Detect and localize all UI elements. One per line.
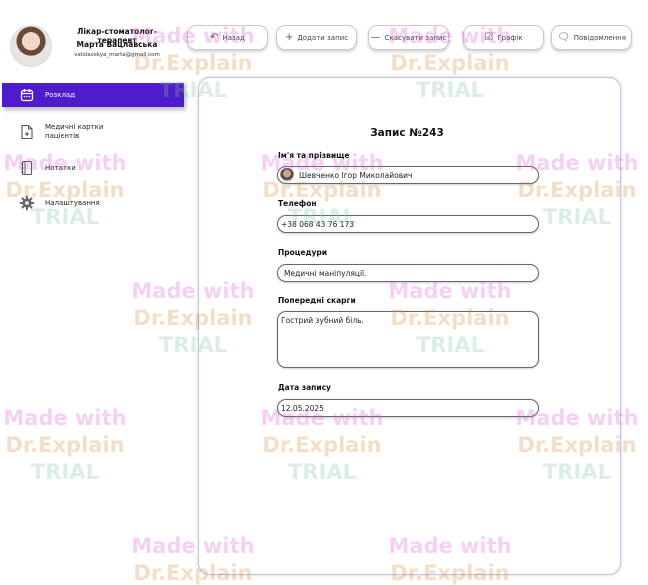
watermark: Made withDr.ExplainTRIAL	[3, 406, 127, 484]
back-button-label: Назад	[222, 33, 245, 42]
profile-block: Лікар-стоматолог-терапевт Марта Вацлавсь…	[8, 25, 178, 69]
cancel-record-button-label: Скасувати запис	[384, 33, 447, 42]
procedures-label: Процедури	[278, 248, 328, 257]
date-value: 12.05.2025	[281, 403, 324, 413]
complaints-label: Попередні скарги	[278, 296, 356, 305]
add-record-button-label: Додати запис	[297, 33, 349, 42]
patient-avatar	[280, 168, 294, 182]
sidebar-item-label: Медичні картки пацієнтів	[45, 123, 104, 140]
minus-icon: —	[370, 31, 381, 43]
profile-email: vatslavskya_marta@gmail.com	[74, 52, 160, 58]
chat-bubble-icon: 🗨	[557, 31, 570, 43]
patient-name-value: Шевченко Ігор Миколайович	[299, 170, 413, 180]
sidebar-item-notes[interactable]: Нотатки	[2, 156, 184, 180]
add-record-button[interactable]: + Додати запис	[276, 25, 357, 50]
profile-name: Марта Вацлавська	[76, 40, 158, 49]
sidebar-item-medical-records[interactable]: Медичні картки пацієнтів	[2, 120, 184, 144]
back-button[interactable]: ↶ Назад	[187, 25, 268, 50]
schedule-button-label: Графік	[497, 33, 523, 42]
calendar-icon	[16, 84, 38, 106]
schedule-button[interactable]: ☑ Графік	[463, 25, 544, 50]
name-label: Ім'я та прізвище	[278, 151, 350, 160]
page-title: Запис №243	[370, 127, 444, 139]
messages-button[interactable]: 🗨 Повідомлення	[551, 25, 632, 50]
complaints-textarea[interactable]: Гострий зубний біль.	[277, 311, 539, 368]
plus-icon: +	[284, 31, 294, 43]
phone-label: Телефон	[278, 199, 317, 208]
sidebar-item-label: Розклад	[45, 90, 76, 99]
sidebar-item-settings[interactable]: Налаштування	[2, 191, 184, 215]
checkbox-icon: ☑	[484, 31, 494, 43]
complaints-value: Гострий зубний біль.	[281, 316, 364, 325]
phone-value: +38 068 43 76 173	[281, 219, 355, 229]
sidebar-item-schedule[interactable]: Розклад	[2, 83, 184, 107]
gear-icon	[16, 192, 38, 214]
procedures-field[interactable]: Медичні маніпуляції.	[277, 264, 539, 282]
phone-field[interactable]: +38 068 43 76 173	[277, 215, 539, 233]
sidebar-item-label: Налаштування	[45, 198, 100, 207]
medical-file-icon	[16, 121, 38, 143]
messages-button-label: Повідомлення	[573, 33, 626, 42]
patient-name-field[interactable]: Шевченко Ігор Миколайович	[277, 166, 539, 184]
date-label: Дата запису	[278, 383, 331, 392]
sidebar-item-label: Нотатки	[45, 163, 76, 172]
notebook-icon	[16, 157, 38, 179]
procedures-value: Медичні маніпуляції.	[284, 268, 367, 278]
date-field[interactable]: 12.05.2025	[277, 399, 539, 417]
cancel-record-button[interactable]: — Скасувати запис	[368, 25, 449, 50]
undo-icon: ↶	[210, 31, 219, 43]
avatar	[10, 25, 52, 67]
